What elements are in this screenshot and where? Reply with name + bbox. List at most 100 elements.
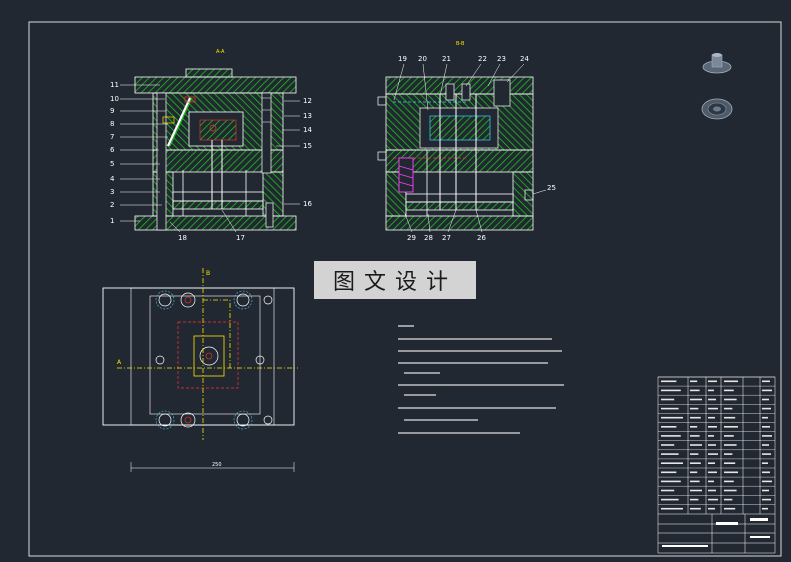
bom-cell-text — [661, 435, 681, 437]
bom-cell-text — [690, 471, 698, 474]
callout-28: 28 — [424, 234, 433, 242]
bom-cell-text — [690, 426, 698, 428]
bom-text-blocks — [661, 380, 772, 510]
section-view-a: A-A 11 10 9 8 7 6 5 4 3 2 1 12 13 14 15 … — [110, 49, 312, 242]
bom-cell-text — [708, 398, 716, 401]
callout-23: 23 — [497, 55, 506, 63]
watermark-banner: 图文设计 — [314, 261, 476, 299]
bom-cell-text — [708, 480, 714, 483]
bom-cell-text — [724, 398, 737, 401]
section-b-title: B-B — [456, 41, 465, 47]
bom-cell-text — [661, 380, 677, 383]
bom-cell-text — [724, 453, 733, 455]
callouts-right-a: 12 13 14 15 16 — [303, 97, 312, 208]
callout-18: 18 — [178, 234, 187, 242]
bom-cell-text — [708, 444, 716, 446]
bom-cell-text — [708, 471, 717, 474]
bom-cell-text — [724, 380, 738, 383]
callout-13: 13 — [303, 112, 312, 120]
bom-cell-text — [724, 507, 736, 510]
bom-cell-text — [690, 480, 700, 483]
bom-cell-text — [708, 462, 715, 464]
bom-cell-text — [661, 426, 677, 428]
callout-10: 10 — [110, 95, 119, 103]
bom-cell-text — [762, 489, 769, 492]
callout-7: 7 — [110, 133, 114, 141]
callout-20: 20 — [418, 55, 427, 63]
bom-cell-text — [708, 489, 716, 492]
callouts-bottom-b: 29 28 27 26 — [407, 234, 486, 242]
bom-cell-text — [762, 498, 771, 501]
bom-cell-text — [762, 416, 768, 419]
callouts-bottom-a: 18 17 — [178, 234, 245, 242]
bom-cell-text — [762, 398, 769, 401]
bom-cell-text — [762, 507, 768, 510]
bom-cell-text — [661, 489, 675, 492]
bom-cell-text — [661, 407, 679, 410]
callout-26: 26 — [477, 234, 486, 242]
bom-cell-text — [690, 407, 699, 410]
bom-cell-text — [762, 380, 770, 383]
bom-rows — [658, 376, 775, 505]
bom-cell-text — [690, 389, 700, 392]
bom-cell-text — [762, 407, 771, 410]
bom-cell-text — [724, 489, 737, 492]
bom-cell-text — [661, 389, 681, 392]
section-a-title: A-A — [216, 49, 225, 55]
bom-cell-text — [724, 462, 736, 464]
bom-cell-text — [762, 480, 772, 483]
bom-cell-text — [724, 498, 733, 501]
callout-4: 4 — [110, 175, 115, 183]
bom-cell-text — [690, 416, 701, 419]
callout-2: 2 — [110, 201, 114, 209]
bom-cell-text — [762, 435, 772, 437]
bom-cell-text — [690, 435, 700, 437]
bom-cell-text — [724, 435, 734, 437]
bom-cell-text — [762, 389, 772, 392]
callout-29: 29 — [407, 234, 416, 242]
bom-cell-text — [724, 426, 738, 428]
part-3d-preview — [701, 53, 733, 120]
callouts-right-b: 25 — [547, 184, 556, 192]
bom-cell-text — [661, 398, 675, 401]
callout-24: 24 — [520, 55, 529, 63]
bom-cell-text — [724, 389, 734, 392]
callouts-left-a: 11 10 9 8 7 6 5 4 3 2 1 — [110, 81, 119, 225]
bom-cell-text — [661, 507, 683, 510]
plan-section-mark-a: A — [117, 359, 122, 366]
callout-19: 19 — [398, 55, 407, 63]
bom-cell-text — [762, 471, 770, 474]
bom-cell-text — [762, 462, 768, 464]
bom-cell-text — [708, 498, 718, 501]
bom-cell-text — [661, 498, 679, 501]
callout-3: 3 — [110, 188, 114, 196]
bom-cell-text — [661, 480, 681, 483]
callout-14: 14 — [303, 126, 312, 134]
bom-cell-text — [724, 471, 738, 474]
bom-cell-text — [708, 416, 715, 419]
callout-6: 6 — [110, 146, 115, 154]
bom-cell-text — [661, 462, 683, 464]
plan-view: A B 250 — [102, 268, 298, 472]
callout-1: 1 — [110, 217, 114, 225]
callout-25: 25 — [547, 184, 556, 192]
bom-cell-text — [690, 462, 701, 464]
bom-cell-text — [708, 426, 717, 428]
callout-12: 12 — [303, 97, 312, 105]
callout-9: 9 — [110, 107, 114, 115]
bom-cell-text — [690, 507, 701, 510]
bom-cell-text — [661, 471, 677, 474]
bom-cell-text — [708, 407, 718, 410]
bom-cell-text — [690, 498, 699, 501]
technical-notes-block — [398, 325, 564, 434]
bom-cell-text — [661, 416, 683, 419]
bom-cell-text — [708, 389, 714, 392]
bom-cell-text — [690, 453, 699, 455]
bom-cell-text — [661, 444, 675, 446]
bom-cell-text — [762, 444, 769, 446]
bom-cell-text — [762, 453, 771, 455]
bom-cell-text — [690, 398, 702, 401]
bom-cell-text — [690, 380, 698, 383]
callouts-top-b: 19 20 21 22 23 24 — [398, 55, 529, 63]
section-view-b: B-B 19 20 21 22 23 24 25 29 28 27 26 — [377, 41, 556, 242]
